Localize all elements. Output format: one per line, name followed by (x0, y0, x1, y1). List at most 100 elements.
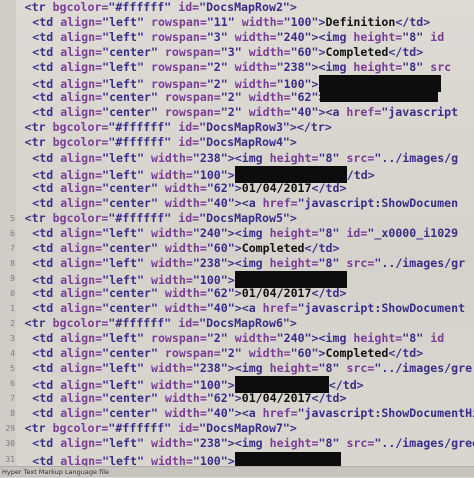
code-line[interactable]: <td align="center" width="40"><a href="j… (0, 196, 474, 211)
code-line[interactable]: <td align="left" width="100"> /td> (0, 165, 474, 183)
html-attribute: id= (178, 210, 200, 225)
code-line[interactable]: <td align="left" rowspan="2" width="238"… (0, 60, 474, 75)
code-line[interactable]: 30 <td align="left" width="238"><img heig… (0, 436, 474, 451)
code-text: <td align="center" width="62">01/04/2017… (32, 181, 346, 196)
code-line[interactable]: <tr bgcolor="#ffffff" id="DocsMapRow2"> (0, 0, 474, 15)
code-line[interactable]: <td align="left" width="238"><img height… (0, 151, 474, 166)
attribute-value: "../images/g (374, 150, 459, 165)
html-tag: ><img (311, 331, 354, 346)
html-attribute: width= (150, 225, 193, 240)
code-line[interactable]: 31 <td align="left" width="100"> (0, 451, 474, 467)
code-line[interactable]: 5 <td align="left" width="238"><img heigh… (0, 361, 474, 376)
html-attribute: width= (241, 15, 284, 30)
code-line[interactable]: 6 <td align="left" width="100"> </td> (0, 376, 474, 394)
html-attribute: width= (248, 45, 291, 60)
html-attribute: width= (234, 30, 277, 45)
code-line[interactable]: 7 <td align="center" width="60">Completed… (0, 241, 474, 256)
code-text: <td align="left" width="100"> (32, 451, 341, 467)
code-text: <td align="left" width="238"><img height… (32, 361, 472, 376)
attribute-value: "left" (102, 30, 151, 45)
html-tag: > (227, 453, 235, 467)
attribute-value: "center" (102, 346, 165, 361)
html-tag: <tr (24, 120, 53, 135)
code-line[interactable]: <td align="left" rowspan="11" width="100… (0, 15, 474, 30)
attribute-value: "../images/gr (374, 255, 466, 270)
text-content: Completed (241, 240, 305, 255)
html-tag: > (289, 421, 297, 436)
code-line[interactable]: 3 <td align="left" rowspan="2" width="240… (0, 331, 474, 346)
html-attribute: align= (60, 406, 103, 421)
attribute-value: "240" (192, 225, 228, 240)
text-content: Completed (325, 346, 389, 361)
code-line[interactable]: <tr bgcolor="#ffffff" id="DocsMapRow4"> (0, 135, 474, 150)
code-text: <td align="left" rowspan="11" width="100… (32, 15, 430, 30)
code-line[interactable]: <td align="left" rowspan="3" width="240"… (0, 30, 474, 45)
code-line[interactable]: <td align="center" rowspan="2" width="40… (0, 105, 474, 120)
html-attribute: width= (150, 272, 193, 287)
code-line[interactable]: 29 <tr bgcolor="#ffffff" id="DocsMapRow7"… (0, 421, 474, 436)
attribute-value: "62" (206, 391, 235, 406)
code-line[interactable]: 9 <td align="left" width="100"> (0, 270, 474, 288)
code-text: <td align="center" rowspan="2" width="60… (32, 346, 423, 361)
attribute-value: "60" (290, 346, 319, 361)
html-tag: > (227, 378, 235, 393)
html-attribute: height= (269, 150, 319, 165)
html-attribute: bgcolor= (52, 120, 109, 135)
html-attribute: id= (178, 135, 200, 150)
line-number: 2 (10, 319, 15, 329)
html-tag: <tr (24, 316, 53, 331)
code-line[interactable]: 8 <td align="left" width="238"><img heigh… (0, 256, 474, 271)
code-line[interactable]: 1 <td align="center" width="40"><a href="… (0, 301, 474, 316)
code-line[interactable]: <td align="center" rowspan="3" width="60… (0, 45, 474, 60)
attribute-value: "javascript:ShowDocumen (297, 195, 459, 210)
html-tag: > (289, 316, 297, 331)
attribute-value: "238" (192, 361, 228, 376)
html-tag: > (234, 240, 242, 255)
code-line[interactable]: 0 <td align="center" width="62">01/04/201… (0, 286, 474, 301)
html-tag: ><img (227, 225, 270, 240)
html-attribute: align= (60, 60, 103, 75)
html-attribute: width= (164, 301, 207, 315)
code-line[interactable]: 7 <td align="center" width="62">01/04/201… (0, 391, 474, 406)
html-tag: > (289, 0, 297, 14)
html-attribute: align= (60, 272, 103, 287)
code-line[interactable]: <tr bgcolor="#ffffff" id="DocsMapRow3"><… (0, 120, 474, 135)
line-number: 6 (10, 379, 15, 389)
line-number: 3 (10, 334, 15, 344)
code-line[interactable]: 6 <td align="left" width="240"><img heigh… (0, 226, 474, 241)
html-attribute: bgcolor= (52, 421, 109, 436)
html-tag: <td (32, 361, 61, 376)
html-attribute: align= (60, 331, 103, 346)
attribute-value: "62" (290, 90, 319, 105)
attribute-value: "left" (102, 361, 151, 376)
code-line[interactable]: 4 <td align="center" rowspan="2" width="6… (0, 346, 474, 361)
html-tag: <td (32, 391, 61, 406)
attribute-value: "8" (318, 436, 347, 451)
attribute-value: "8" (318, 361, 347, 376)
html-attribute: align= (60, 285, 103, 300)
html-attribute: href= (262, 195, 298, 210)
code-editor[interactable]: <tr bgcolor="#ffffff" id="DocsMapRow2"> <… (0, 0, 474, 466)
line-number: 9 (10, 273, 15, 283)
code-text: <td align="left" width="240"><img height… (32, 226, 458, 241)
attribute-value: "left" (102, 255, 151, 270)
attribute-value: "DocsMapRow2" (199, 0, 290, 14)
html-attribute: height= (269, 436, 319, 451)
code-line[interactable]: 5 <tr bgcolor="#ffffff" id="DocsMapRow5"> (0, 211, 474, 226)
attribute-value: "center" (102, 406, 165, 421)
code-line[interactable]: 2 <tr bgcolor="#ffffff" id="DocsMapRow6"> (0, 316, 474, 331)
html-attribute: width= (234, 331, 277, 346)
attribute-value: "_x0000_i1029 (367, 225, 459, 240)
code-line[interactable]: 8 <td align="center" width="40"><a href="… (0, 406, 474, 421)
html-tag: ><a (318, 105, 347, 120)
attribute-value: "left" (102, 331, 151, 346)
code-text: <td align="left" rowspan="3" width="240"… (32, 30, 444, 45)
code-line[interactable]: <td align="center" width="62">01/04/2017… (0, 181, 474, 196)
html-attribute: id= (178, 120, 200, 135)
attribute-value: "62" (206, 285, 235, 300)
html-attribute: width= (150, 453, 193, 467)
code-text: <td align="left" rowspan="2" width="238"… (32, 60, 451, 75)
html-tag: <td (32, 406, 61, 421)
html-attribute: href= (346, 105, 382, 120)
html-attribute: height= (353, 331, 403, 346)
